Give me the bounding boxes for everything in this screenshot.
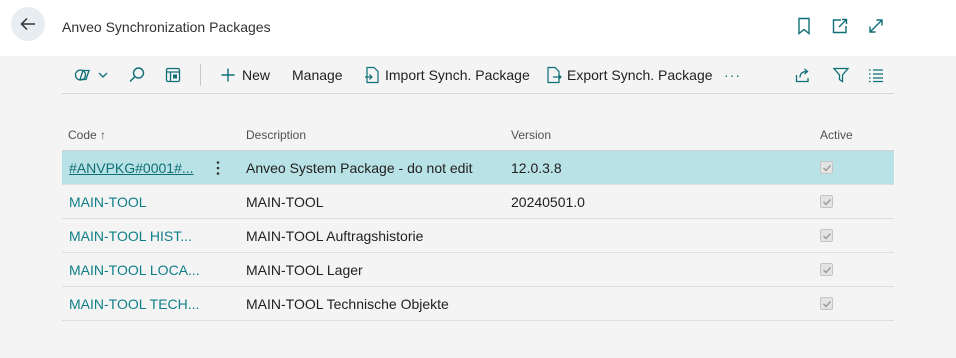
column-header-version[interactable]: Version xyxy=(511,128,551,142)
edit-list-button[interactable] xyxy=(164,57,182,93)
list-icon xyxy=(869,69,883,83)
active-checkbox[interactable] xyxy=(820,263,833,276)
more-options-label: ··· xyxy=(724,67,741,83)
column-code-label: Code xyxy=(68,128,97,142)
bookmark-button[interactable] xyxy=(794,16,814,36)
code-link[interactable]: MAIN-TOOL HIST... xyxy=(69,228,192,244)
checkmark-icon xyxy=(822,300,831,308)
active-checkbox[interactable] xyxy=(820,297,833,310)
list-header: Code ↑ Description Version Active xyxy=(62,118,894,151)
description-cell: MAIN-TOOL Technische Objekte xyxy=(246,296,449,312)
expand-button[interactable] xyxy=(866,16,886,36)
sort-ascending-icon: ↑ xyxy=(100,128,107,142)
version-cell: 20240501.0 xyxy=(511,194,585,210)
table-row[interactable]: MAIN-TOOL LOCA... MAIN-TOOL Lager xyxy=(62,253,894,287)
search-icon xyxy=(129,67,145,83)
expand-icon xyxy=(869,19,883,33)
active-checkbox[interactable] xyxy=(820,195,833,208)
description-cell: MAIN-TOOL xyxy=(246,194,324,210)
open-in-new-window-icon xyxy=(832,18,848,34)
description-cell: Anveo System Package - do not edit xyxy=(246,160,473,176)
back-button[interactable] xyxy=(11,7,45,41)
active-checkbox[interactable] xyxy=(820,229,833,242)
more-options-button[interactable]: ··· xyxy=(724,57,741,93)
active-checkbox[interactable] xyxy=(820,161,833,174)
bookmark-icon xyxy=(798,17,810,35)
search-button[interactable] xyxy=(128,57,146,93)
chevron-down-icon xyxy=(98,72,108,78)
import-synch-package-label: Import Synch. Package xyxy=(385,67,530,83)
open-new-window-button[interactable] xyxy=(830,16,850,36)
new-label: New xyxy=(242,67,271,83)
column-header-active[interactable]: Active xyxy=(820,128,853,142)
filter-icon xyxy=(832,67,850,83)
new-button[interactable]: New xyxy=(220,57,270,93)
description-cell: MAIN-TOOL Lager xyxy=(246,262,363,278)
table-row[interactable]: MAIN-TOOL MAIN-TOOL 20240501.0 xyxy=(62,185,894,219)
share-button[interactable] xyxy=(794,57,812,93)
export-synch-package-button[interactable]: Export Synch. Package xyxy=(546,57,713,93)
layers-icon xyxy=(74,69,90,81)
checkmark-icon xyxy=(822,164,831,172)
code-link[interactable]: MAIN-TOOL xyxy=(69,194,147,210)
edit-list-icon xyxy=(165,67,181,83)
export-synch-package-label: Export Synch. Package xyxy=(567,67,713,83)
import-synch-package-button[interactable]: Import Synch. Package xyxy=(364,57,530,93)
description-cell: MAIN-TOOL Auftragshistorie xyxy=(246,228,424,244)
more-vertical-icon xyxy=(216,161,220,175)
code-link[interactable]: MAIN-TOOL TECH... xyxy=(69,296,199,312)
column-header-description[interactable]: Description xyxy=(246,128,306,142)
view-switcher-button[interactable] xyxy=(74,57,109,93)
list-view-button[interactable] xyxy=(867,57,885,93)
toolbar-divider xyxy=(200,64,201,86)
action-bar: New Manage Import Synch. Package Export … xyxy=(62,57,894,94)
manage-label: Manage xyxy=(292,67,343,83)
table-row[interactable]: MAIN-TOOL TECH... MAIN-TOOL Technische O… xyxy=(62,287,894,321)
checkmark-icon xyxy=(822,232,831,240)
checkmark-icon xyxy=(822,266,831,274)
filter-button[interactable] xyxy=(832,57,850,93)
plus-icon xyxy=(221,68,235,82)
row-actions-button[interactable] xyxy=(212,158,224,178)
share-icon xyxy=(795,68,809,83)
table-row[interactable]: #ANVPKG#0001#... Anveo System Package - … xyxy=(62,151,894,185)
arrow-left-icon xyxy=(20,17,35,31)
page-header: Anveo Synchronization Packages xyxy=(0,0,956,56)
checkmark-icon xyxy=(822,198,831,206)
table-row[interactable]: MAIN-TOOL HIST... MAIN-TOOL Auftragshist… xyxy=(62,219,894,253)
version-cell: 12.0.3.8 xyxy=(511,160,562,176)
page-title: Anveo Synchronization Packages xyxy=(62,19,271,35)
code-link[interactable]: #ANVPKG#0001#... xyxy=(69,160,194,176)
file-export-icon xyxy=(547,66,562,84)
code-link[interactable]: MAIN-TOOL LOCA... xyxy=(69,262,200,278)
packages-list: Code ↑ Description Version Active #ANVPK… xyxy=(62,118,894,321)
manage-button[interactable]: Manage xyxy=(292,57,343,93)
column-header-code[interactable]: Code ↑ xyxy=(68,128,106,142)
file-import-icon xyxy=(365,66,379,84)
